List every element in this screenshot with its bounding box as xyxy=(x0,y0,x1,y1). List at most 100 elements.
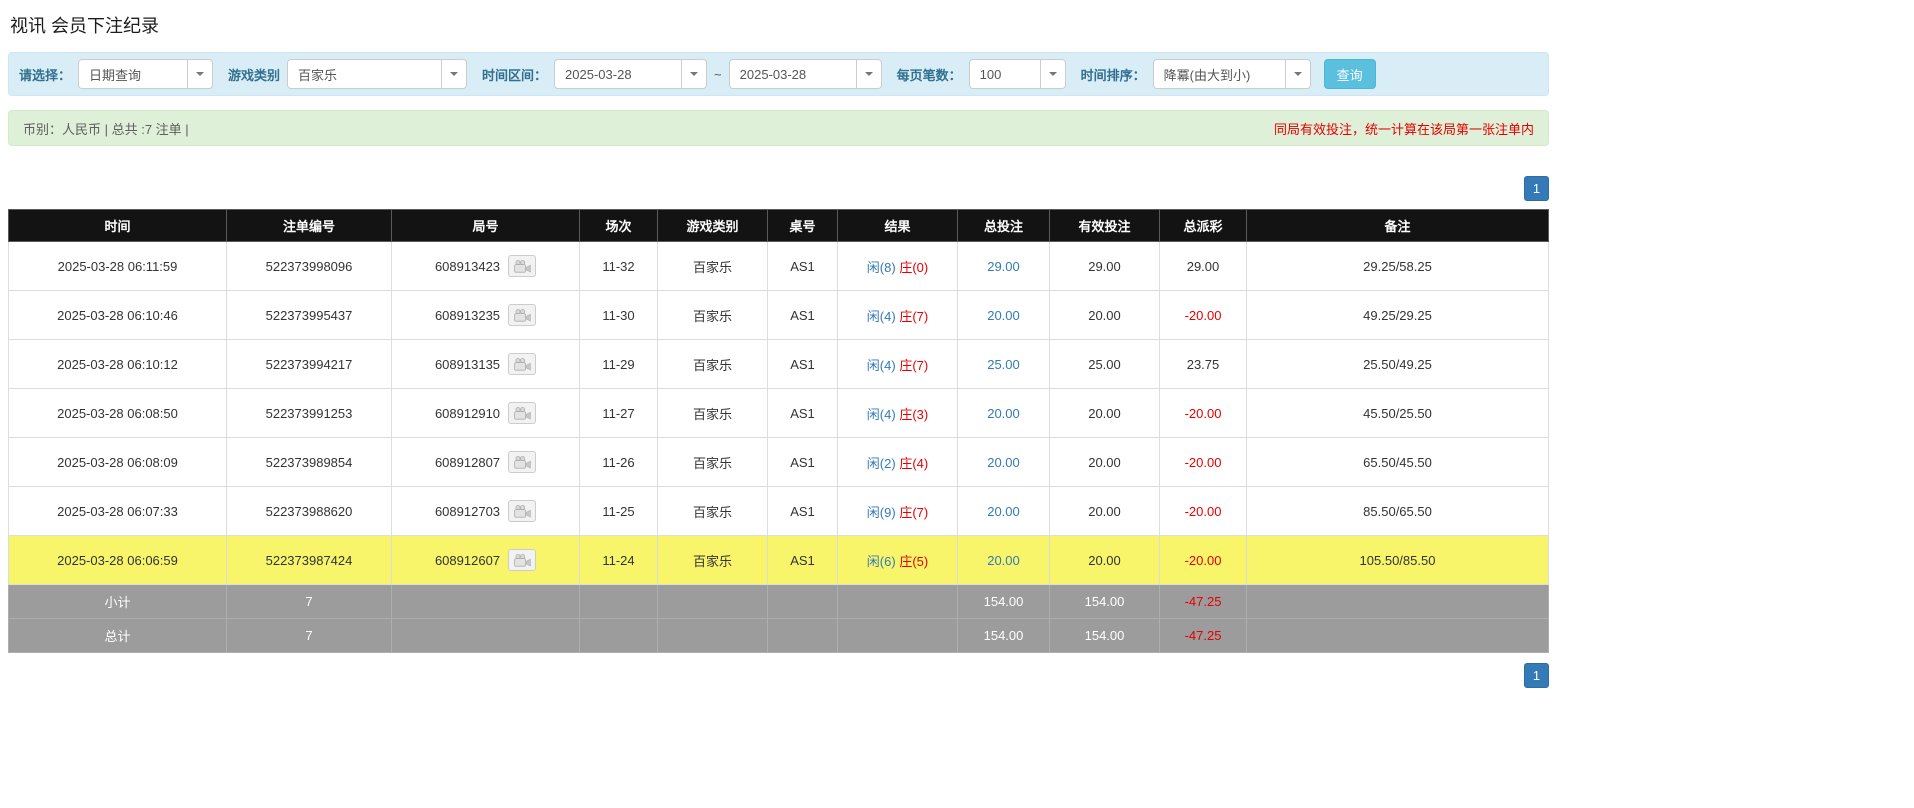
result-banker: 庄(3) xyxy=(899,406,929,422)
cell-valid-bet: 29.00 xyxy=(1049,241,1160,291)
total-bet-link[interactable]: 20.00 xyxy=(987,504,1020,519)
cell-payout: 23.75 xyxy=(1159,339,1247,389)
table-row: 2025-03-28 06:10:46 522373995437 6089132… xyxy=(8,290,1549,340)
table-body: 2025-03-28 06:11:59 522373998096 6089134… xyxy=(8,241,1549,585)
result-banker: 庄(7) xyxy=(899,308,929,324)
cell-time: 2025-03-28 06:11:59 xyxy=(8,241,227,291)
cell-game-type: 百家乐 xyxy=(657,437,768,487)
date-from-value: 2025-03-28 xyxy=(565,66,632,82)
grand-total-row: 总计 7 154.00 154.00 -47.25 xyxy=(8,618,1549,653)
cell-table-no: AS1 xyxy=(767,339,838,389)
date-to-value: 2025-03-28 xyxy=(739,66,807,82)
col-header-valid-bet: 有效投注 xyxy=(1049,209,1160,242)
result-player: 闲(2) xyxy=(866,455,896,471)
cell-total-bet: 25.00 xyxy=(957,339,1050,389)
cell-round-id: 608912607 xyxy=(391,535,580,585)
col-header-session: 场次 xyxy=(579,209,658,242)
cell-round-id: 608913235 xyxy=(391,290,580,340)
replay-video-icon[interactable] xyxy=(508,255,537,277)
cell-round-id: 608913135 xyxy=(391,339,580,389)
col-header-bet-id: 注单编号 xyxy=(226,209,392,242)
cell-table-no: AS1 xyxy=(767,437,838,487)
date-to-input[interactable]: 2025-03-28 xyxy=(728,59,882,89)
grand-total-total-bet: 154.00 xyxy=(957,618,1050,653)
grand-total-label: 总计 xyxy=(8,618,227,653)
round-id-text: 608912807 xyxy=(434,454,501,470)
replay-video-icon[interactable] xyxy=(508,402,537,424)
cell-valid-bet: 20.00 xyxy=(1049,388,1160,438)
total-bet-link[interactable]: 20.00 xyxy=(987,406,1020,421)
cell-valid-bet: 25.00 xyxy=(1049,339,1160,389)
cell-session: 11-26 xyxy=(579,437,658,487)
total-bet-link[interactable]: 20.00 xyxy=(987,553,1020,568)
cell-table-no: AS1 xyxy=(767,290,838,340)
round-id-text: 608913423 xyxy=(434,258,501,274)
query-type-select[interactable]: 日期查询 xyxy=(78,59,214,89)
col-header-payout: 总派彩 xyxy=(1159,209,1247,242)
date-range-separator: ~ xyxy=(714,66,722,82)
date-from-input[interactable]: 2025-03-28 xyxy=(554,59,708,89)
cell-table-no: AS1 xyxy=(767,535,838,585)
round-id-text: 608912703 xyxy=(434,503,501,519)
cell-game-type: 百家乐 xyxy=(657,290,768,340)
grand-total-count: 7 xyxy=(226,618,392,653)
cell-payout: -20.00 xyxy=(1159,535,1247,585)
cell-note: 49.25/29.25 xyxy=(1246,290,1549,340)
table-row: 2025-03-28 06:08:50 522373991253 6089129… xyxy=(8,388,1549,438)
cell-bet-id: 522373998096 xyxy=(226,241,392,291)
cell-valid-bet: 20.00 xyxy=(1049,290,1160,340)
sort-select[interactable]: 降冪(由大到小) xyxy=(1152,59,1311,89)
query-button[interactable]: 查询 xyxy=(1323,59,1376,89)
cell-result: 闲(4) 庄(7) xyxy=(837,290,958,340)
grand-total-payout: -47.25 xyxy=(1159,618,1247,653)
cell-result: 闲(2) 庄(4) xyxy=(837,437,958,487)
chevron-down-icon xyxy=(1039,60,1065,88)
page-1-button[interactable]: 1 xyxy=(1524,176,1549,201)
cell-bet-id: 522373987424 xyxy=(226,535,392,585)
cell-time: 2025-03-28 06:08:50 xyxy=(8,388,227,438)
total-bet-link[interactable]: 20.00 xyxy=(987,455,1020,470)
cell-table-no: AS1 xyxy=(767,241,838,291)
replay-video-icon[interactable] xyxy=(508,304,537,326)
col-header-note: 备注 xyxy=(1246,209,1549,242)
replay-video-icon[interactable] xyxy=(508,451,537,473)
col-header-game-type: 游戏类别 xyxy=(657,209,768,242)
cell-note: 65.50/45.50 xyxy=(1246,437,1549,487)
total-bet-link[interactable]: 25.00 xyxy=(987,357,1020,372)
cell-time: 2025-03-28 06:06:59 xyxy=(8,535,227,585)
cell-result: 闲(4) 庄(3) xyxy=(837,388,958,438)
total-bet-link[interactable]: 20.00 xyxy=(987,308,1020,323)
table-footer: 小计 7 154.00 154.00 -47.25 总计 7 154.00 15… xyxy=(8,584,1549,653)
cell-total-bet: 29.00 xyxy=(957,241,1050,291)
table-row: 2025-03-28 06:11:59 522373998096 6089134… xyxy=(8,241,1549,291)
query-type-label: 请选择： xyxy=(19,67,72,83)
result-player: 闲(4) xyxy=(866,308,896,324)
cell-game-type: 百家乐 xyxy=(657,486,768,536)
total-bet-link[interactable]: 29.00 xyxy=(987,259,1020,274)
cell-result: 闲(4) 庄(7) xyxy=(837,339,958,389)
filter-bar: 请选择： 日期查询 游戏类别 百家乐 时间区间： 2025-03-28 ~ 20… xyxy=(8,52,1549,96)
query-type-value: 日期查询 xyxy=(89,67,142,83)
per-page-select[interactable]: 100 xyxy=(968,59,1066,89)
cell-session: 11-27 xyxy=(579,388,658,438)
page-title: 视讯 会员下注纪录 xyxy=(10,16,160,36)
grand-total-valid-bet: 154.00 xyxy=(1049,618,1160,653)
result-player: 闲(4) xyxy=(866,406,896,422)
cell-time: 2025-03-28 06:07:33 xyxy=(8,486,227,536)
replay-video-icon[interactable] xyxy=(508,549,537,571)
result-banker: 庄(0) xyxy=(899,259,929,275)
cell-time: 2025-03-28 06:08:09 xyxy=(8,437,227,487)
cell-total-bet: 20.00 xyxy=(957,486,1050,536)
sort-value: 降冪(由大到小) xyxy=(1163,67,1251,83)
page-1-button[interactable]: 1 xyxy=(1524,663,1549,688)
replay-video-icon[interactable] xyxy=(508,353,537,375)
game-type-select[interactable]: 百家乐 xyxy=(287,59,468,89)
cell-note: 25.50/49.25 xyxy=(1246,339,1549,389)
cell-game-type: 百家乐 xyxy=(657,535,768,585)
cell-bet-id: 522373988620 xyxy=(226,486,392,536)
replay-video-icon[interactable] xyxy=(508,500,537,522)
cell-round-id: 608912703 xyxy=(391,486,580,536)
cell-table-no: AS1 xyxy=(767,486,838,536)
sort-label: 时间排序： xyxy=(1080,67,1146,83)
cell-valid-bet: 20.00 xyxy=(1049,486,1160,536)
